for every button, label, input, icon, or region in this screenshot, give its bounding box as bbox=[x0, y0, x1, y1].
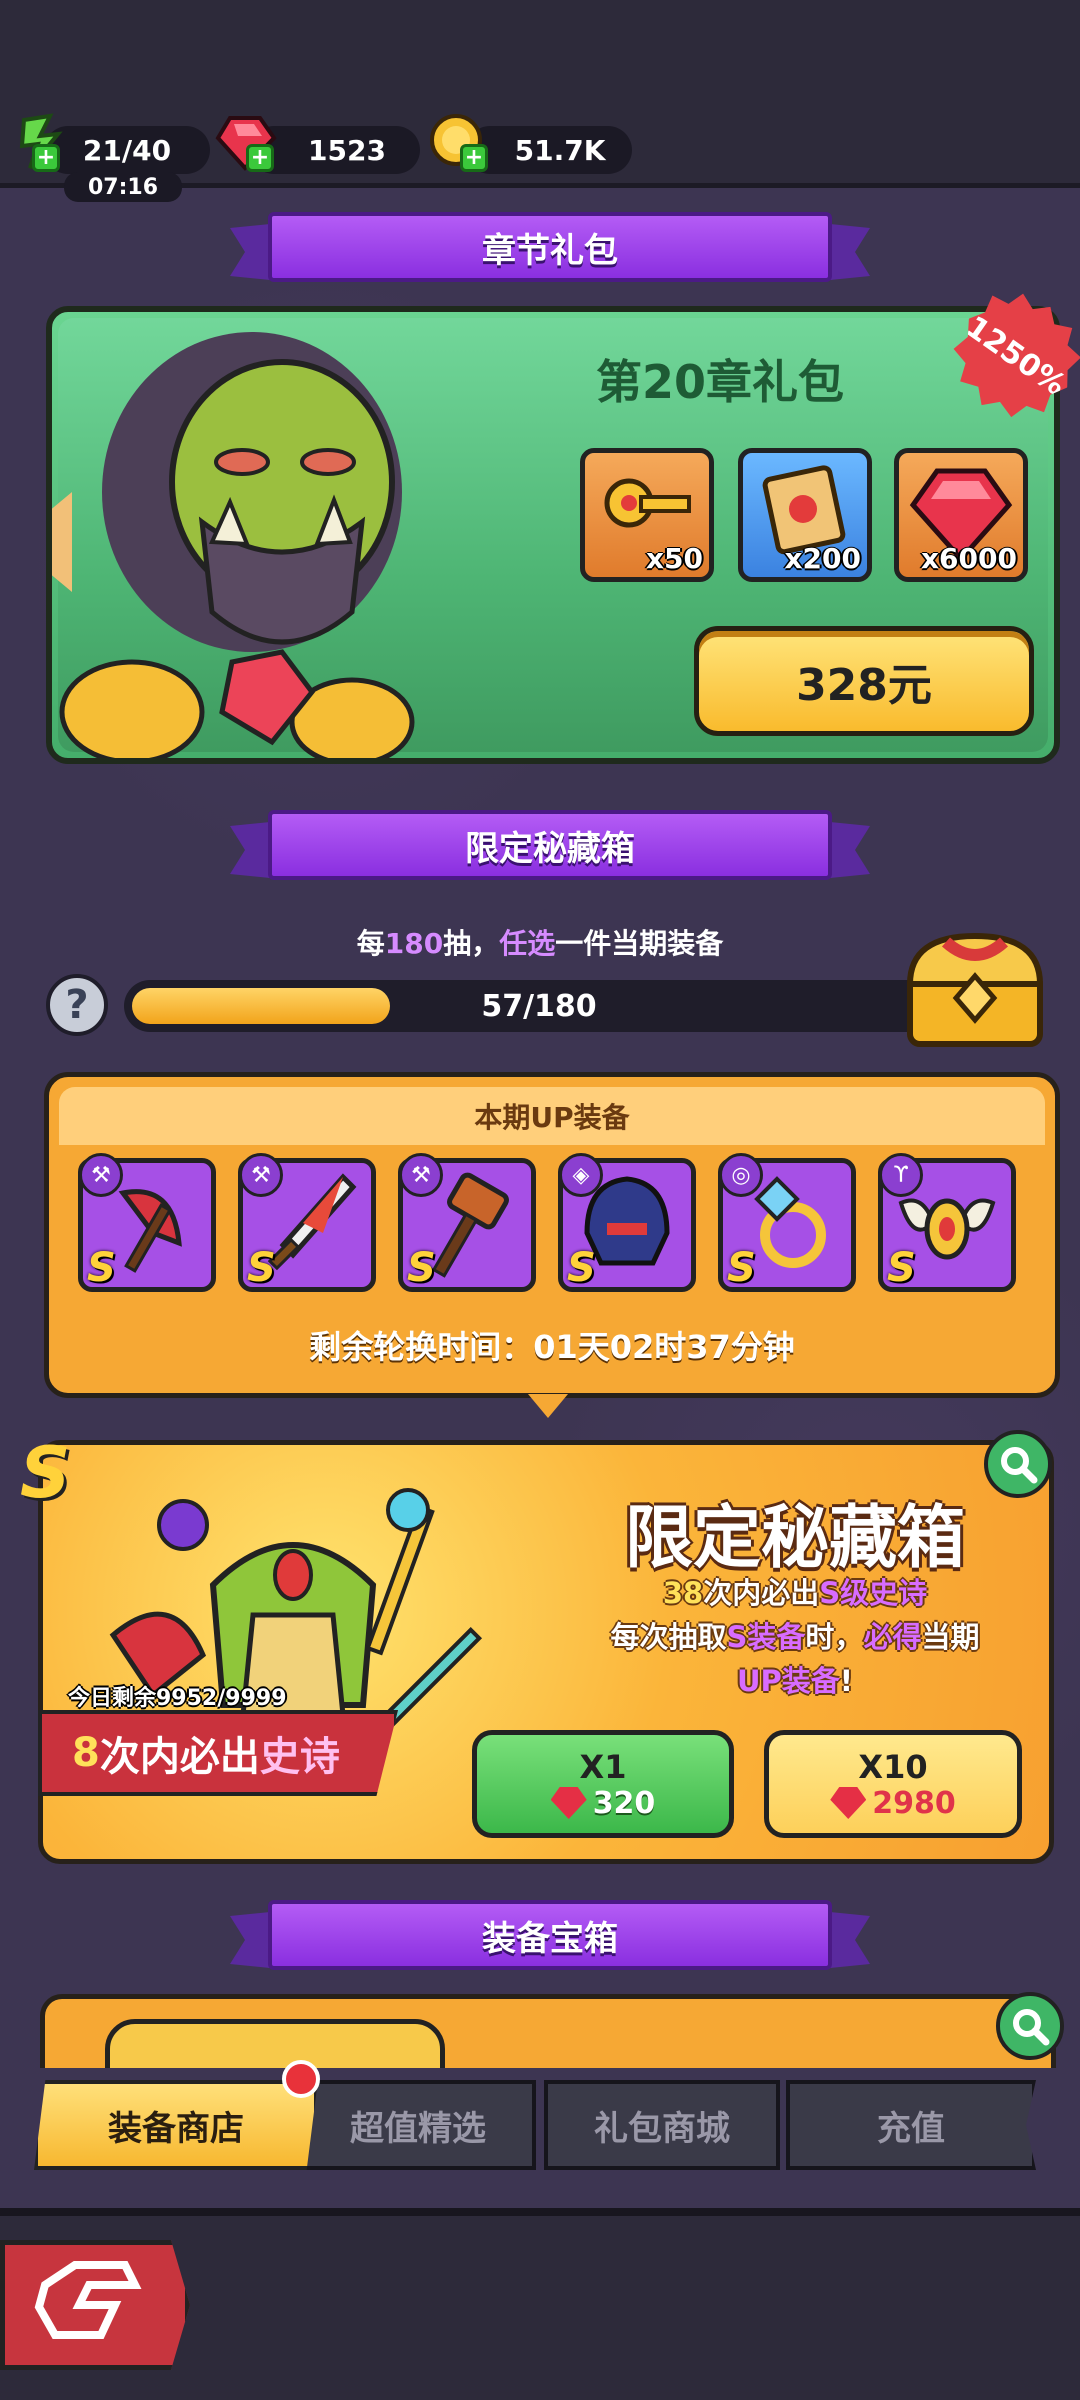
pack-item-count: x6000 bbox=[921, 542, 1017, 575]
grade-label: S bbox=[887, 1245, 916, 1291]
chapter-pack-title: 第20章礼包 bbox=[595, 355, 844, 409]
up-item-slot[interactable]: ϒ S bbox=[878, 1153, 1016, 1292]
s-grade-up-icon: S bbox=[20, 1432, 71, 1514]
gem-value: 1523 bbox=[308, 133, 386, 167]
pack-item-count: x200 bbox=[784, 542, 861, 575]
desc-prefix: 每 bbox=[356, 927, 385, 960]
gold-counter[interactable]: 51.7K bbox=[466, 126, 632, 174]
grade-label: S bbox=[727, 1245, 756, 1291]
hammer-icon: ⚒ bbox=[399, 1153, 443, 1197]
grade-label: S bbox=[247, 1245, 276, 1291]
line2-a: 每次抽取 bbox=[610, 1620, 727, 1654]
line2-b: S装备 bbox=[726, 1620, 806, 1654]
ring-icon: ◎ bbox=[719, 1153, 763, 1197]
guarantee-line-2: 每次抽取S装备时，必得当期 bbox=[560, 1614, 1030, 1656]
helmet-icon: ◈ bbox=[559, 1153, 603, 1197]
amulet-icon: ϒ bbox=[879, 1153, 923, 1197]
epic-num: 8 bbox=[72, 1730, 100, 1776]
pity-progress-text: 57/180 bbox=[481, 988, 597, 1024]
limited-chest-section-title: 限定秘藏箱 bbox=[268, 810, 832, 880]
line2-c: 时， bbox=[805, 1620, 864, 1654]
tab-value-picks[interactable]: 超值精选 bbox=[300, 2080, 536, 2170]
pack-item-gem[interactable]: x6000 bbox=[894, 448, 1028, 582]
up-item-slot[interactable]: ⚒ S bbox=[398, 1153, 536, 1292]
gold-value: 51.7K bbox=[514, 133, 606, 167]
treasure-chest-icon[interactable] bbox=[896, 928, 1056, 1058]
tab-recharge[interactable]: 充值 bbox=[786, 2080, 1036, 2170]
draw-x10-cost-value: 2980 bbox=[872, 1785, 956, 1821]
draw-x10-label: X10 bbox=[858, 1747, 928, 1786]
epic-text: 次内必出 bbox=[99, 1734, 260, 1780]
equipment-box-section-title: 装备宝箱 bbox=[268, 1900, 832, 1970]
draw-x1-button[interactable]: X1 320 bbox=[472, 1730, 734, 1838]
grade-label: S bbox=[407, 1245, 436, 1291]
up-item-slot[interactable]: ◎ S bbox=[718, 1153, 856, 1292]
line3-tail: ! bbox=[839, 1664, 854, 1698]
add-gold-icon[interactable]: + bbox=[460, 144, 488, 172]
gem-icon bbox=[550, 1787, 587, 1819]
prev-arrow-icon[interactable] bbox=[52, 492, 72, 592]
desc-highlight: 任选 bbox=[499, 927, 556, 960]
search-icon[interactable] bbox=[996, 1992, 1064, 2060]
equipment-box-card bbox=[40, 1994, 1056, 2074]
draw-x10-cost: 2980 bbox=[830, 1786, 956, 1821]
rotation-timer: 剩余轮换时间：01天02时37分钟 bbox=[309, 1328, 795, 1366]
back-logo-icon bbox=[34, 2261, 142, 2339]
energy-icon[interactable]: + bbox=[10, 110, 74, 174]
add-gems-icon[interactable]: + bbox=[246, 144, 274, 172]
axe-icon: ⚒ bbox=[79, 1153, 123, 1197]
back-button[interactable] bbox=[0, 2240, 190, 2370]
sword-icon: ⚒ bbox=[239, 1153, 283, 1197]
equipment-box-chest-art bbox=[105, 2019, 445, 2074]
draw-x10-button[interactable]: X10 2980 bbox=[764, 1730, 1022, 1838]
gem-icon[interactable]: + bbox=[214, 110, 278, 174]
guarantee-text: 次内必出 bbox=[703, 1576, 820, 1610]
grade-label: S bbox=[567, 1245, 596, 1291]
epic-highlight: 史诗 bbox=[259, 1734, 340, 1780]
pack-item-count: x50 bbox=[645, 542, 703, 575]
gem-icon bbox=[830, 1787, 867, 1819]
guarantee-num: 38 bbox=[662, 1576, 704, 1610]
energy-value: 21/40 bbox=[82, 133, 172, 167]
draw-x1-cost-value: 320 bbox=[592, 1785, 656, 1821]
guarantee-line-3: UP装备! bbox=[560, 1658, 1030, 1700]
up-item-slot[interactable]: ◈ S bbox=[558, 1153, 696, 1292]
notification-dot bbox=[282, 2060, 320, 2098]
chapter-pack-ribbon: 章节礼包 bbox=[230, 212, 870, 286]
chapter-pack-section-title: 章节礼包 bbox=[268, 212, 832, 282]
tab-equipment-shop[interactable]: 装备商店 bbox=[34, 2080, 318, 2170]
gold-coin-icon[interactable]: + bbox=[426, 110, 490, 174]
limited-chest-ribbon: 限定秘藏箱 bbox=[230, 810, 870, 884]
pity-progress-bar: 57/180 bbox=[124, 980, 954, 1032]
pack-item-scroll[interactable]: x200 bbox=[738, 448, 872, 582]
limited-box-title: 限定秘藏箱 bbox=[624, 1499, 965, 1578]
tab-gift-mall[interactable]: 礼包商城 bbox=[544, 2080, 780, 2170]
guarantee-line-1: 38次内必出S级史诗 bbox=[560, 1570, 1030, 1612]
line3-up: UP装备 bbox=[736, 1664, 840, 1698]
pack-item-key[interactable]: x50 bbox=[580, 448, 714, 582]
orc-character-art bbox=[59, 332, 415, 758]
desc-mid: 抽， bbox=[443, 927, 500, 960]
guarantee-grade: S级史诗 bbox=[819, 1576, 928, 1610]
desc-suffix: 一件当期装备 bbox=[555, 927, 724, 960]
up-item-slot[interactable]: ⚒ S bbox=[238, 1153, 376, 1292]
equipment-box-ribbon: 装备宝箱 bbox=[230, 1900, 870, 1974]
energy-timer: 07:16 bbox=[64, 172, 182, 202]
line2-e: 当期 bbox=[921, 1620, 980, 1654]
buy-pack-button[interactable]: 328元 bbox=[694, 626, 1034, 736]
epic-guarantee-banner: 8 次内必出 史诗 bbox=[38, 1710, 398, 1796]
desc-num: 180 bbox=[384, 927, 444, 960]
draw-x1-cost: 320 bbox=[550, 1785, 656, 1821]
draw-x1-label: X1 bbox=[579, 1747, 627, 1786]
grade-label: S bbox=[87, 1245, 116, 1291]
up-item-slot[interactable]: ⚒ S bbox=[78, 1153, 216, 1292]
up-equipment-header: 本期UP装备 bbox=[59, 1087, 1045, 1145]
add-energy-icon[interactable]: + bbox=[32, 144, 60, 172]
help-icon[interactable]: ? bbox=[46, 974, 108, 1036]
line2-d: 必得 bbox=[863, 1620, 922, 1654]
daily-remaining: 今日剩余9952/9999 bbox=[68, 1686, 287, 1711]
